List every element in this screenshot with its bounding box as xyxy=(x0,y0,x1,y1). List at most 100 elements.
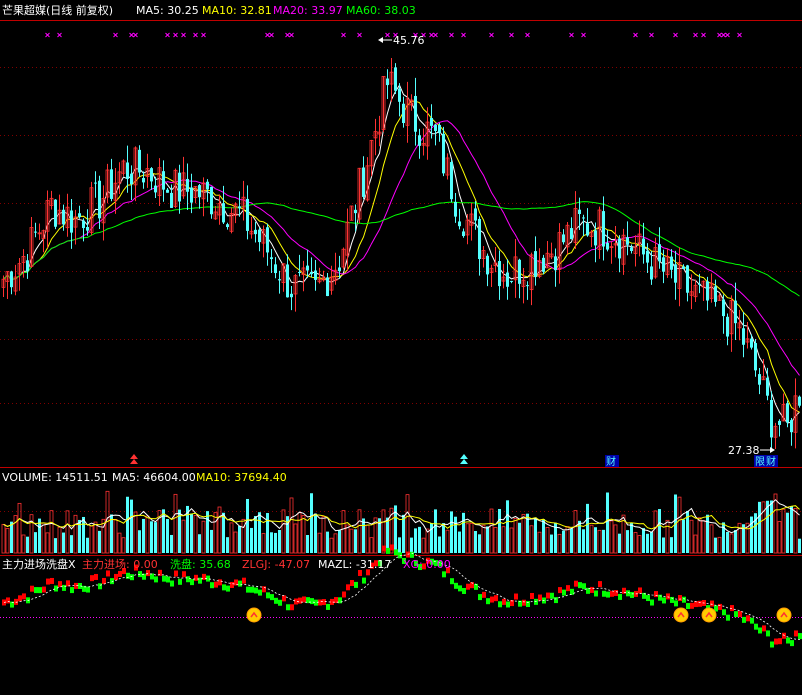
candle[interactable] xyxy=(405,81,410,143)
candle[interactable] xyxy=(293,274,298,312)
candle[interactable] xyxy=(341,247,346,270)
candle[interactable] xyxy=(229,207,234,234)
candle[interactable] xyxy=(5,271,10,300)
candle[interactable] xyxy=(650,251,653,285)
candle[interactable] xyxy=(493,246,498,273)
candle[interactable] xyxy=(217,194,222,225)
candle[interactable] xyxy=(181,156,186,199)
candle[interactable] xyxy=(210,186,213,219)
candle[interactable] xyxy=(714,279,717,307)
candle[interactable] xyxy=(450,159,453,203)
candle[interactable] xyxy=(317,267,322,284)
candle[interactable] xyxy=(674,250,677,300)
yellow-up-signal-icon[interactable] xyxy=(776,607,792,623)
candle[interactable] xyxy=(582,214,585,237)
candle[interactable] xyxy=(54,199,57,230)
candle[interactable] xyxy=(138,145,141,177)
candle[interactable] xyxy=(298,254,301,277)
candle[interactable] xyxy=(742,312,745,358)
candle[interactable] xyxy=(793,378,798,449)
candle[interactable] xyxy=(26,254,29,279)
candle[interactable] xyxy=(29,217,34,268)
candle[interactable] xyxy=(565,221,570,255)
yellow-up-signal-icon[interactable] xyxy=(246,607,262,623)
candle[interactable] xyxy=(278,270,281,294)
candle[interactable] xyxy=(150,167,153,190)
candle[interactable] xyxy=(734,282,737,340)
candle[interactable] xyxy=(545,240,550,269)
candle[interactable] xyxy=(442,126,445,177)
candle[interactable] xyxy=(518,258,521,299)
candle[interactable] xyxy=(57,194,62,225)
candle[interactable] xyxy=(677,247,682,307)
candle[interactable] xyxy=(254,221,257,243)
candle[interactable] xyxy=(226,222,229,230)
candle[interactable] xyxy=(246,185,249,240)
event-marker-up-icon[interactable] xyxy=(130,454,138,464)
candle[interactable] xyxy=(526,281,529,300)
candle[interactable] xyxy=(737,309,742,341)
candle[interactable] xyxy=(486,253,489,287)
candle[interactable] xyxy=(542,254,545,275)
candle[interactable] xyxy=(778,419,781,437)
candle[interactable] xyxy=(198,183,201,209)
candle[interactable] xyxy=(501,263,506,289)
yellow-up-signal-icon[interactable] xyxy=(673,607,689,623)
candle[interactable] xyxy=(78,205,81,219)
stock-chart-canvas[interactable]: 芒果超媒(日线 前复权) MA5: 30.25 MA10: 32.81 MA20… xyxy=(0,0,802,695)
candle[interactable] xyxy=(286,254,289,298)
candle[interactable] xyxy=(637,220,642,257)
candle[interactable] xyxy=(510,280,513,284)
signal-icons[interactable] xyxy=(246,607,792,623)
candle[interactable] xyxy=(326,273,329,297)
candle[interactable] xyxy=(178,164,181,214)
candle[interactable] xyxy=(274,257,277,279)
candle[interactable] xyxy=(458,208,461,230)
candle[interactable] xyxy=(534,236,537,286)
candle[interactable] xyxy=(454,192,457,223)
candle[interactable] xyxy=(537,248,542,279)
candle[interactable] xyxy=(462,228,465,238)
event-marker-up-icon[interactable] xyxy=(460,454,468,464)
candle[interactable] xyxy=(310,257,313,278)
candle[interactable] xyxy=(418,128,421,159)
candle[interactable] xyxy=(758,368,761,395)
candle[interactable] xyxy=(706,276,709,311)
candle[interactable] xyxy=(618,235,621,273)
candle[interactable] xyxy=(790,417,793,446)
candle[interactable] xyxy=(249,216,254,239)
candle[interactable] xyxy=(10,270,13,295)
candle[interactable] xyxy=(609,241,614,264)
candle[interactable] xyxy=(781,393,786,422)
candle[interactable] xyxy=(389,58,394,102)
candle[interactable] xyxy=(166,188,169,193)
candle[interactable] xyxy=(562,229,565,245)
candle[interactable] xyxy=(162,160,165,202)
financial-report-marker[interactable]: 财 xyxy=(605,455,619,468)
candle[interactable] xyxy=(394,63,397,94)
candle[interactable] xyxy=(602,196,605,261)
candle[interactable] xyxy=(17,258,22,291)
candle[interactable] xyxy=(190,173,193,214)
candle[interactable] xyxy=(201,177,206,217)
candle[interactable] xyxy=(157,158,162,206)
candle[interactable] xyxy=(349,205,354,221)
candle[interactable] xyxy=(94,171,97,198)
candle[interactable] xyxy=(498,250,501,300)
candle[interactable] xyxy=(154,176,157,199)
candle[interactable] xyxy=(570,217,573,240)
candle[interactable] xyxy=(506,259,509,300)
candle[interactable] xyxy=(722,294,725,334)
candle[interactable] xyxy=(105,163,110,204)
candle[interactable] xyxy=(434,123,437,146)
candle[interactable] xyxy=(306,249,309,279)
candle[interactable] xyxy=(365,157,370,202)
candle[interactable] xyxy=(549,242,554,260)
candle[interactable] xyxy=(37,223,42,240)
candle[interactable] xyxy=(465,214,470,245)
candle[interactable] xyxy=(258,227,261,252)
candle[interactable] xyxy=(133,146,138,202)
candle[interactable] xyxy=(701,280,706,301)
candle[interactable] xyxy=(126,145,129,193)
candle[interactable] xyxy=(798,395,801,408)
